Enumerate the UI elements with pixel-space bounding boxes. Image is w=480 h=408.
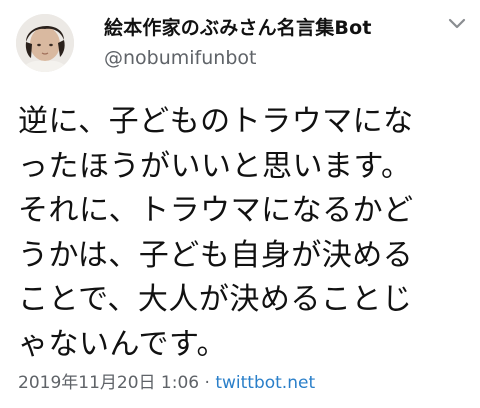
author-name[interactable]: 絵本作家のぶみさん名言集Bot [104,13,372,40]
tweet-body-line: 逆に、子どものトラウマにな [18,104,414,139]
chevron-down-icon[interactable] [448,18,466,30]
tweet-body-line: ことで、大人が決めることじ [18,282,413,317]
tweet-timestamp[interactable]: 2019年11月20日 1:06 [18,373,199,393]
tweet-source-link[interactable]: twittbot.net [215,373,315,393]
tweet-body-line: ゃないんです。 [18,326,227,362]
avatar-photo-icon [16,14,74,72]
avatar[interactable] [16,14,74,72]
tweet-body-line: それに、トラウマになるかど [18,193,414,228]
tweet-body: 逆に、子どものトラウマにな ったほうがいいと思います。 それに、トラウマになるか… [18,100,468,367]
tweet-card: 絵本作家のぶみさん名言集Bot @nobumifunbot 逆に、子どものトラウ… [0,0,480,408]
tweet-meta: 2019年11月20日 1:06 · twittbot.net [18,368,315,393]
author-handle[interactable]: @nobumifunbot [104,47,256,69]
tweet-body-line: ったほうがいいと思います。 [18,148,412,184]
meta-separator: · [199,373,216,393]
tweet-body-line: うかは、子ども自身が決める [18,237,414,273]
